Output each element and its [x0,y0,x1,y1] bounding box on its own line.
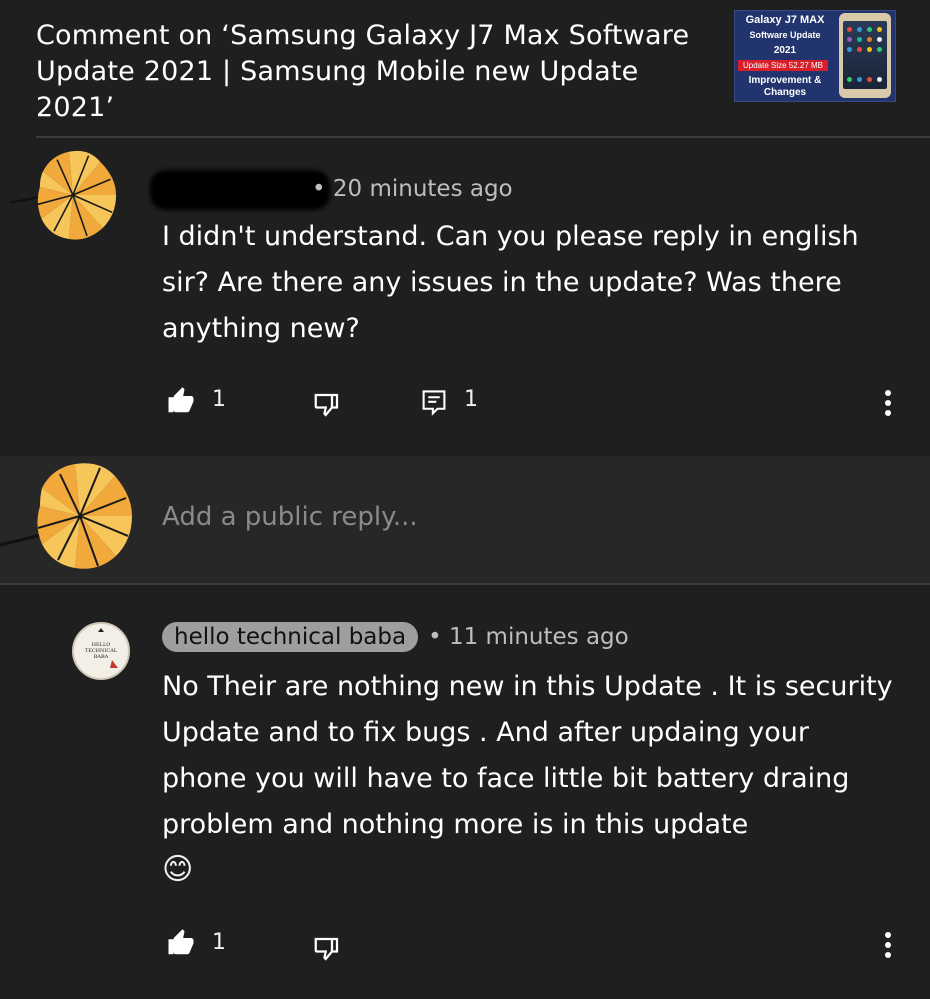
reply-like-count: 1 [212,930,226,955]
reply-input[interactable]: Add a public reply... [162,502,418,532]
commenter-avatar[interactable] [0,140,130,254]
thumbnail-line-5b: Changes [763,87,807,98]
reply-count: 1 [464,387,478,412]
more-vertical-icon [885,932,891,958]
comment-icon [422,390,446,416]
thumbnail-line-5: Improvement & Changes [735,75,835,99]
reply-timestamp: • 11 minutes ago [428,624,629,650]
thumbnail-line-1: Galaxy J7 MAX [745,14,825,26]
video-thumbnail[interactable]: Galaxy J7 MAX Software Update 2021 Updat… [734,10,896,102]
thumbnail-line-4: Update Size 52.27 MB [738,60,828,71]
comment-text: I didn't understand. Can you please repl… [162,221,859,344]
thumbnail-line-3: 2021 [773,45,797,56]
flower-avatar-icon [9,150,117,240]
redacted-username [150,170,330,210]
thumbs-up-icon [168,387,194,413]
phone-image [839,13,891,98]
reply-author-name[interactable]: hello technical baba [162,622,419,652]
logo-icon [98,628,118,668]
dislike-button[interactable] [312,390,342,420]
comment-more-button[interactable] [878,388,898,418]
thumbnail-line-2: Software Update [749,30,821,40]
like-button[interactable] [166,386,196,416]
reply-divider [0,583,930,585]
flower-avatar-icon [0,463,132,569]
thumbs-down-icon [314,937,339,961]
thumbs-down-icon [314,393,339,417]
page-title: Comment on ‘Samsung Galaxy J7 Max Softwa… [36,20,690,123]
more-vertical-icon [885,390,891,416]
reply-dislike-button[interactable] [312,934,342,964]
like-count: 1 [212,387,226,412]
reply-button[interactable] [420,388,448,418]
reply-text: No Their are nothing new in this Update … [162,671,893,840]
reply-header: hello technical baba • 11 minutes ago [162,622,629,652]
reply-author-avatar[interactable]: HELLO TECHNICAL BABA [72,622,130,680]
current-user-avatar [0,460,140,584]
smiley-emoji: 😊 [162,852,194,887]
thumbs-up-icon [168,929,194,955]
reply-like-button[interactable] [166,928,196,958]
thumbnail-line-5a: Improvement & [748,75,822,86]
comment-timestamp: • 20 minutes ago [312,176,513,202]
reply-more-button[interactable] [878,930,898,960]
header-divider [36,136,930,138]
